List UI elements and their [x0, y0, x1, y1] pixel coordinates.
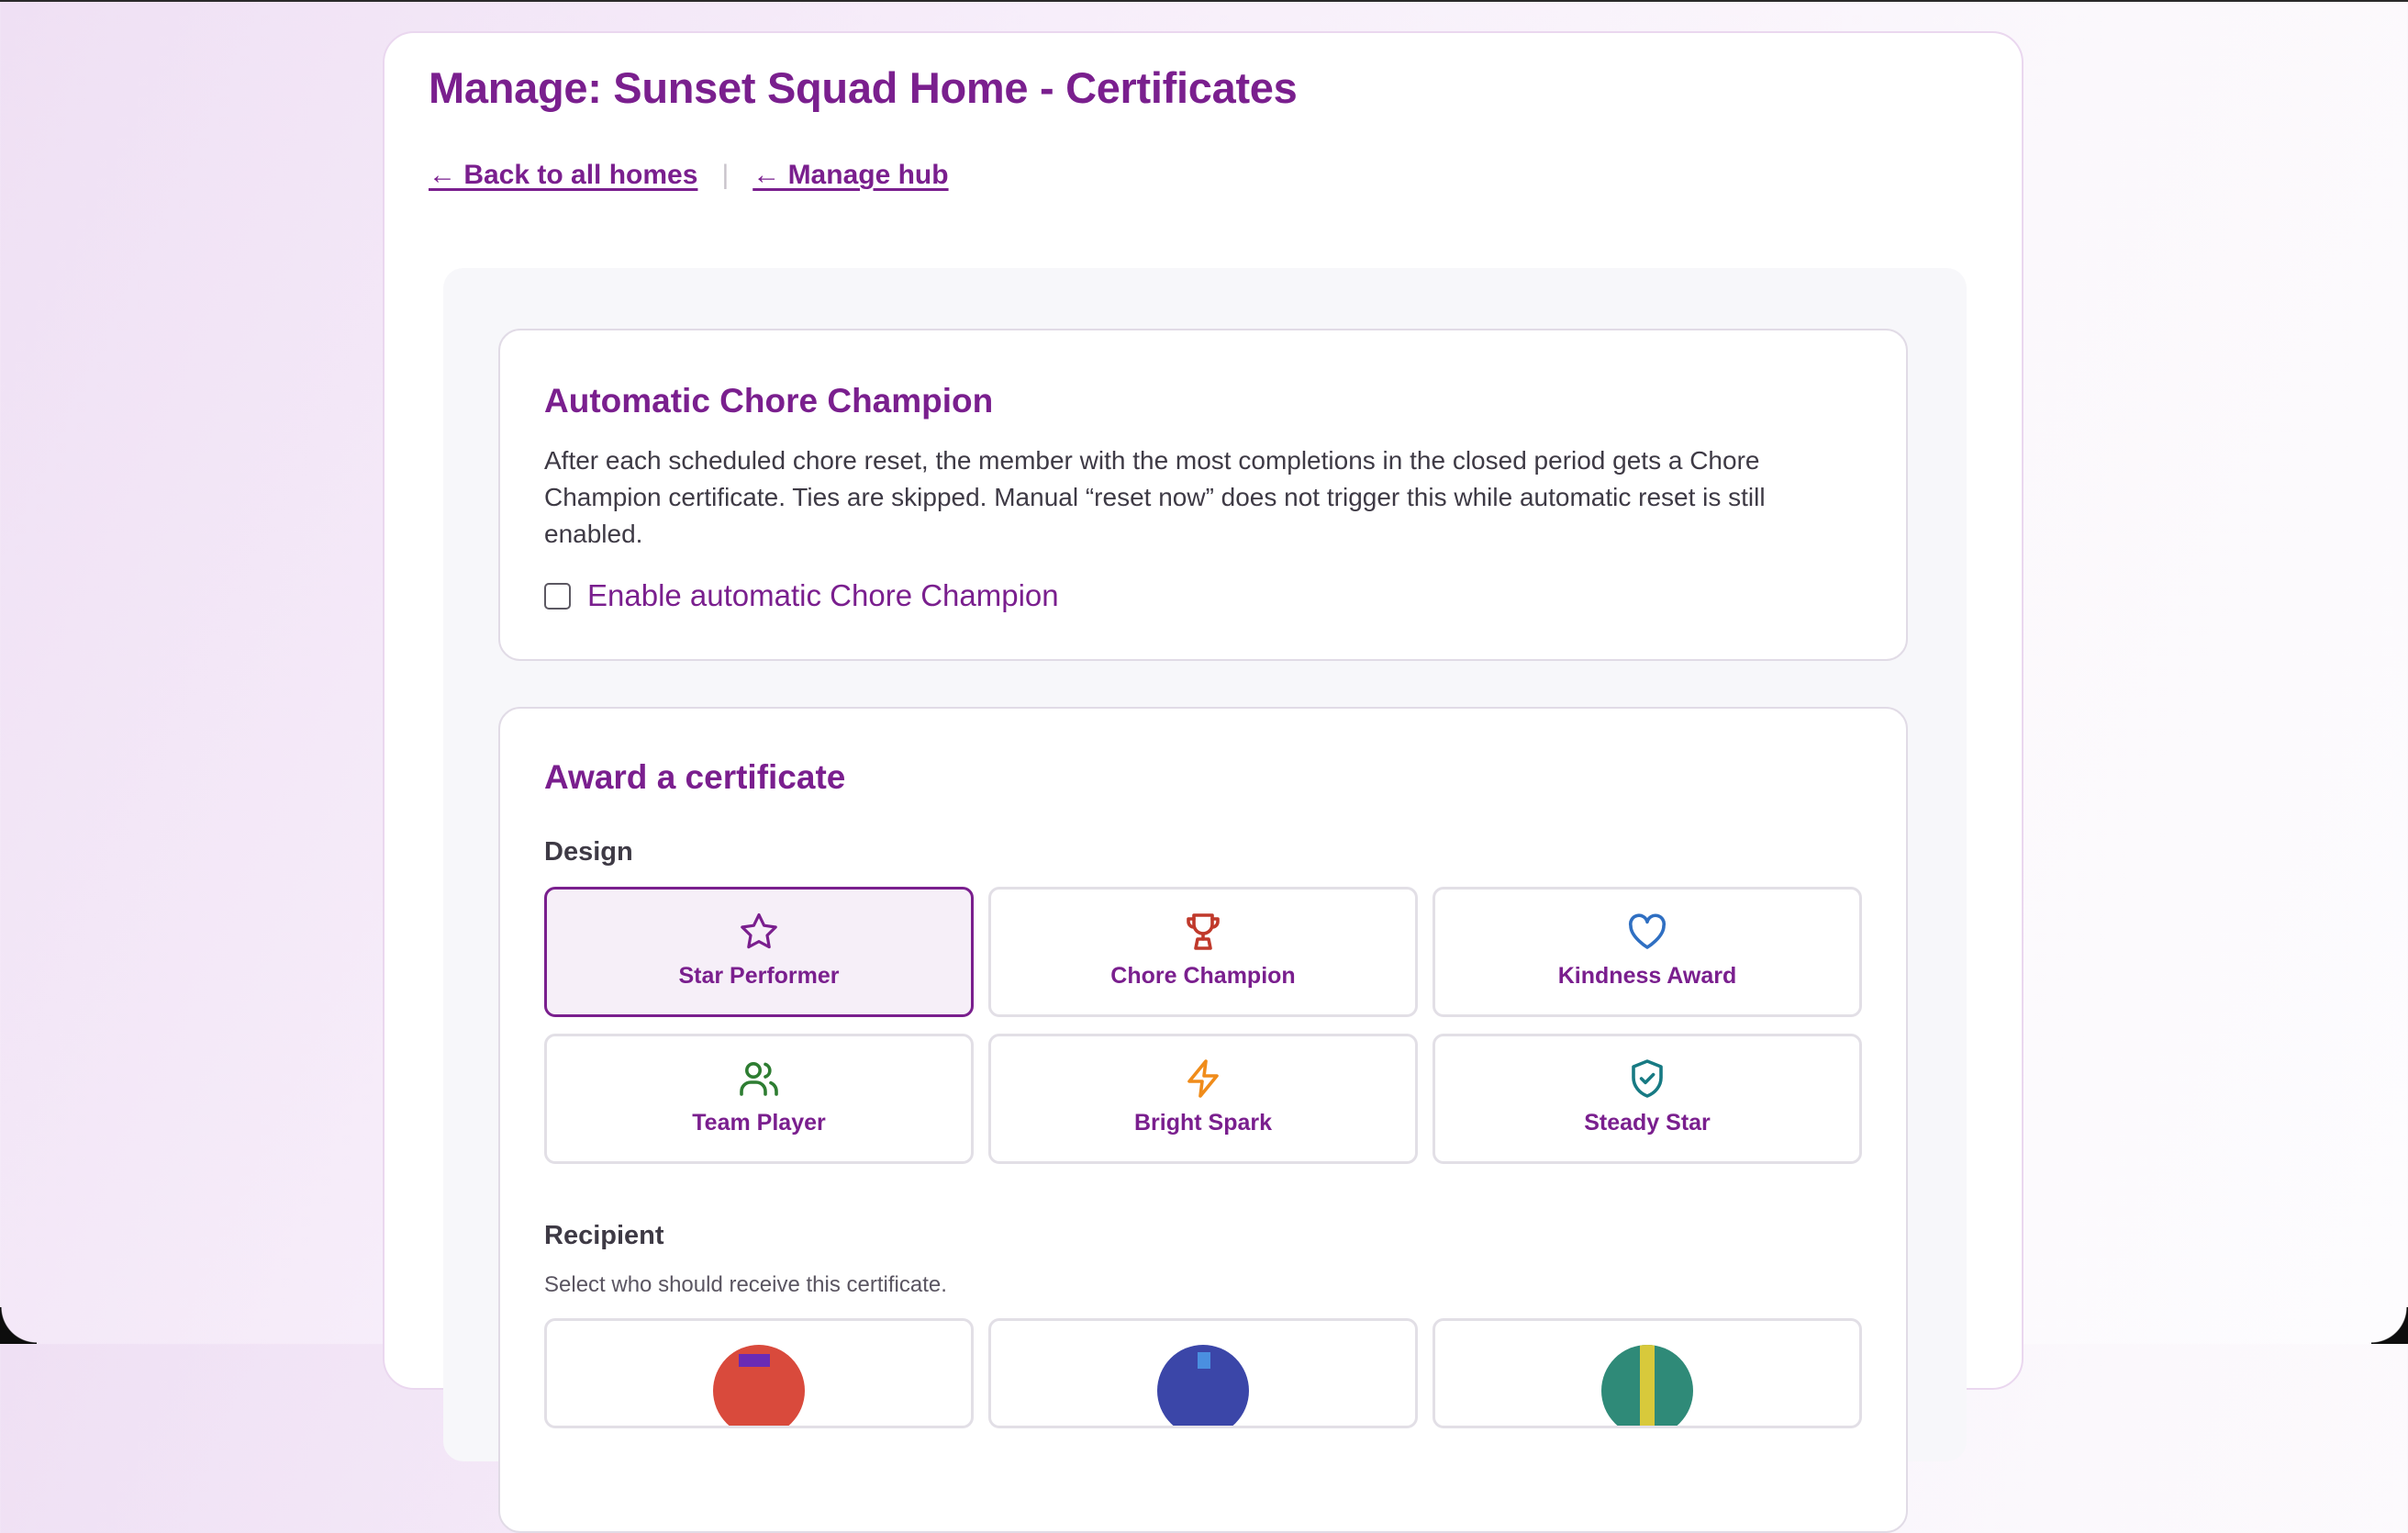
avatar [1157, 1345, 1249, 1426]
auto-champion-heading: Automatic Chore Champion [544, 382, 994, 420]
heart-icon [1625, 910, 1669, 954]
window-corner [2371, 1307, 2408, 1344]
star-icon [737, 910, 781, 954]
design-label: Design [544, 837, 633, 867]
auto-champion-description: After each scheduled chore reset, the me… [544, 446, 1766, 548]
recipient-option[interactable] [988, 1318, 1418, 1428]
users-icon [737, 1057, 781, 1101]
enable-auto-champion-label[interactable]: Enable automatic Chore Champion [587, 578, 1059, 613]
design-label-kindness-award: Kindness Award [1557, 963, 1737, 989]
recipient-label: Recipient [544, 1221, 664, 1250]
enable-auto-champion-checkbox[interactable] [544, 582, 571, 610]
breadcrumb-nav: ← Back to all homes | ← Manage hub [429, 160, 949, 191]
window-corner [0, 1307, 37, 1344]
recipient-option[interactable] [1433, 1318, 1862, 1428]
award-heading: Award a certificate [544, 758, 846, 796]
avatar [713, 1345, 805, 1426]
content-area: Automatic Chore Champion After each sche… [443, 268, 1967, 1533]
design-label-chore-champion: Chore Champion [1110, 963, 1296, 989]
main-panel: Manage: Sunset Squad Home - Certificates… [383, 31, 2023, 1533]
back-to-all-homes-link[interactable]: ← Back to all homes [429, 160, 697, 191]
enable-auto-champion-row[interactable]: Enable automatic Chore Champion [544, 578, 1059, 613]
avatar [1601, 1345, 1693, 1426]
design-star-performer[interactable]: Star Performer [544, 887, 974, 1017]
design-kindness-award[interactable]: Kindness Award [1433, 887, 1862, 1017]
award-certificate-card: Award a certificate Design Star Performe… [498, 707, 1908, 1533]
recipient-hint: Select who should receive this certifica… [544, 1272, 947, 1297]
design-bright-spark[interactable]: Bright Spark [988, 1034, 1418, 1164]
shield-check-icon [1625, 1057, 1669, 1101]
nav-separator: | [721, 160, 730, 190]
manage-hub-link[interactable]: ← Manage hub [752, 160, 948, 191]
auto-champion-card: Automatic Chore Champion After each sche… [498, 329, 1908, 661]
page-title: Manage: Sunset Squad Home - Certificates [429, 63, 1298, 112]
design-label-star-performer: Star Performer [678, 963, 840, 989]
design-label-bright-spark: Bright Spark [1133, 1110, 1273, 1136]
design-label-steady-star: Steady Star [1584, 1110, 1711, 1136]
lightning-icon [1181, 1057, 1225, 1101]
recipient-option[interactable] [544, 1318, 974, 1428]
design-chore-champion[interactable]: Chore Champion [988, 887, 1418, 1017]
trophy-icon [1181, 910, 1225, 954]
window-top-edge [0, 0, 2408, 2]
design-label-team-player: Team Player [692, 1110, 826, 1136]
design-steady-star[interactable]: Steady Star [1433, 1034, 1862, 1164]
design-team-player[interactable]: Team Player [544, 1034, 974, 1164]
